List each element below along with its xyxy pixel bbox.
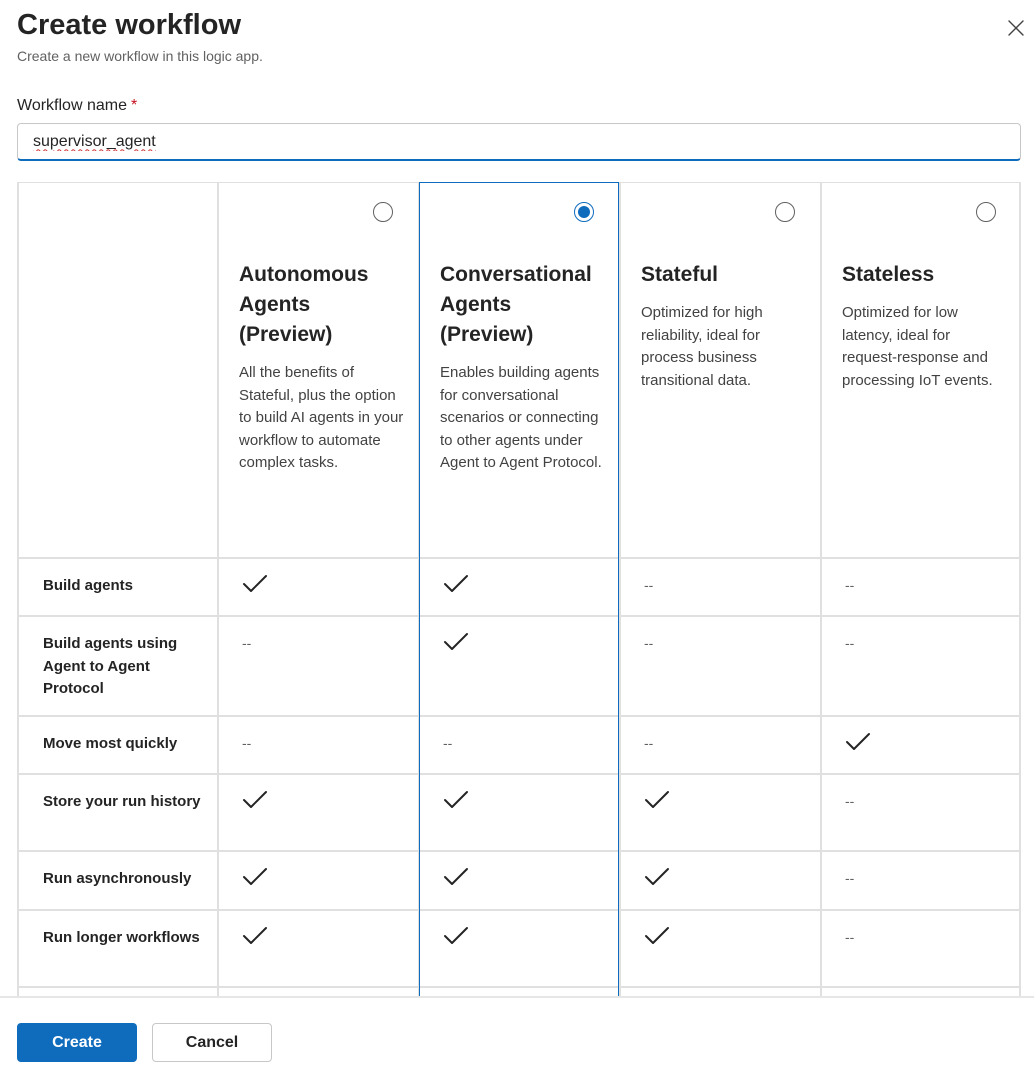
cancel-button[interactable]: Cancel <box>152 1023 272 1062</box>
checkmark-icon <box>645 927 669 944</box>
option-title: Autonomous Agents (Preview) <box>239 263 369 346</box>
feature-cell: -- <box>242 633 251 653</box>
feature-cell: -- <box>242 733 251 753</box>
row-divider <box>17 986 1021 988</box>
feature-cell: -- <box>845 791 854 811</box>
feature-cell <box>443 926 469 946</box>
feature-label: Move most quickly <box>43 735 178 752</box>
feature-cell: -- <box>845 927 854 947</box>
required-indicator: * <box>130 97 138 114</box>
feature-cell <box>443 790 469 810</box>
checkmark-icon <box>444 927 468 944</box>
column-divider <box>217 182 219 997</box>
option-radio-stateful[interactable] <box>775 202 795 222</box>
feature-cell <box>242 867 268 887</box>
checkmark-icon <box>243 575 267 592</box>
checkmark-icon <box>243 868 267 885</box>
checkmark-icon <box>243 791 267 808</box>
empty-indicator: -- <box>845 870 855 886</box>
dialog-title: Create workflow <box>17 9 241 41</box>
feature-label: Run longer workflows <box>43 929 200 946</box>
empty-indicator: -- <box>845 793 855 809</box>
footer-divider <box>0 996 1034 998</box>
option-title: Conversational Agents (Preview) <box>440 263 592 346</box>
empty-indicator: -- <box>845 929 855 945</box>
feature-cell: -- <box>845 868 854 888</box>
row-divider <box>17 715 1021 717</box>
feature-cell: -- <box>443 733 452 753</box>
option-title: Stateful <box>641 263 719 286</box>
dialog-subtitle: Create a new workflow in this logic app. <box>17 48 263 64</box>
checkmark-icon <box>444 633 468 650</box>
option-description: All the benefits of Stateful, plus the o… <box>239 364 404 472</box>
feature-cell <box>644 790 670 810</box>
option-description: Optimized for high reliability, ideal fo… <box>641 304 763 389</box>
checkmark-icon <box>444 791 468 808</box>
close-button[interactable] <box>1000 12 1032 44</box>
checkmark-icon <box>444 575 468 592</box>
empty-indicator: -- <box>443 735 453 751</box>
checkmark-icon <box>846 733 870 750</box>
selected-column-border-top <box>419 182 619 183</box>
workflow-name-input[interactable] <box>17 123 1021 161</box>
option-description: Optimized for low latency, ideal for req… <box>842 304 993 389</box>
feature-cell: -- <box>644 633 653 653</box>
row-divider <box>17 557 1021 559</box>
empty-indicator: -- <box>644 577 654 593</box>
selected-column-border-right <box>618 182 619 997</box>
selected-column-border-left <box>419 182 420 997</box>
option-description: Enables building agents for conversation… <box>440 364 602 472</box>
empty-indicator: -- <box>644 635 654 651</box>
empty-indicator: -- <box>242 735 252 751</box>
feature-cell <box>443 867 469 887</box>
checkmark-icon <box>645 868 669 885</box>
feature-label: Build agents <box>43 577 134 594</box>
create-button[interactable]: Create <box>17 1023 137 1062</box>
feature-cell <box>242 790 268 810</box>
workflow-name-label: Workflow name * <box>17 95 137 117</box>
feature-cell: -- <box>644 733 653 753</box>
empty-indicator: -- <box>845 577 855 593</box>
feature-cell <box>644 867 670 887</box>
grid-left-border <box>17 182 19 997</box>
option-title: Stateless <box>842 263 935 286</box>
empty-indicator: -- <box>644 735 654 751</box>
close-icon <box>1008 20 1024 36</box>
feature-label: Store your run history <box>43 793 201 810</box>
column-divider <box>820 182 822 997</box>
workflow-name-label-text: Workflow name <box>17 97 127 114</box>
row-divider <box>17 850 1021 852</box>
feature-label: Build agents using Agent to Agent Protoc… <box>43 635 178 698</box>
feature-cell <box>443 632 469 652</box>
column-divider <box>619 182 621 997</box>
row-divider <box>17 615 1021 617</box>
feature-label: Run asynchronously <box>43 870 192 887</box>
checkmark-icon <box>645 791 669 808</box>
empty-indicator: -- <box>242 635 252 651</box>
feature-cell: -- <box>644 575 653 595</box>
option-radio-stateless[interactable] <box>976 202 996 222</box>
feature-cell: -- <box>845 575 854 595</box>
workflow-type-comparison-grid: Autonomous Agents (Preview) All the benef… <box>17 182 1021 997</box>
feature-cell: -- <box>845 633 854 653</box>
feature-cell <box>242 574 268 594</box>
feature-cell <box>443 574 469 594</box>
option-radio-conversational-agents-preview[interactable] <box>574 202 594 222</box>
row-divider <box>17 909 1021 911</box>
feature-cell <box>845 732 871 752</box>
row-divider <box>17 773 1021 775</box>
checkmark-icon <box>444 868 468 885</box>
empty-indicator: -- <box>845 635 855 651</box>
feature-cell <box>242 926 268 946</box>
checkmark-icon <box>243 927 267 944</box>
option-radio-autonomous-agents-preview[interactable] <box>373 202 393 222</box>
grid-right-border <box>1019 182 1021 997</box>
feature-cell <box>644 926 670 946</box>
